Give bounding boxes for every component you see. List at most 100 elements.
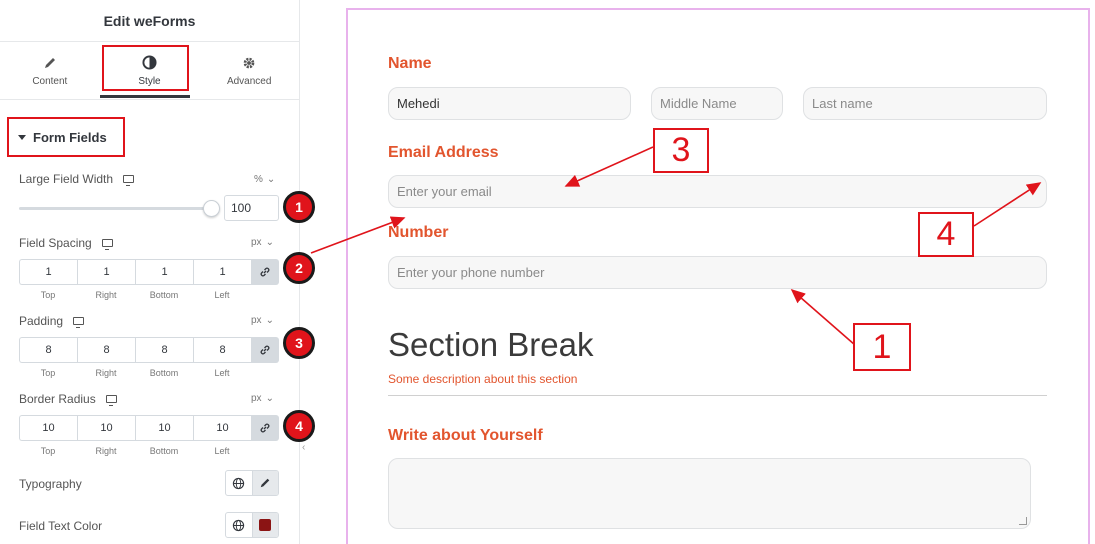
link-icon (260, 267, 270, 277)
step-badge-4: 4 (283, 410, 315, 442)
radius-bottom-input[interactable]: 10 (135, 415, 193, 441)
dim-label: Right (95, 290, 117, 300)
phone-input[interactable]: Enter your phone number (388, 256, 1047, 289)
name-label: Name (388, 55, 432, 72)
unit-text: px (251, 237, 262, 248)
spacing-top-input[interactable]: 1 (19, 259, 77, 285)
unit-selector[interactable]: px ⌄ (251, 315, 274, 326)
globe-icon[interactable] (226, 513, 252, 537)
field-spacing-label: Field Spacing (19, 236, 113, 250)
padding-bottom-input[interactable]: 8 (135, 337, 193, 363)
padding-inputs: 8 8 8 8 (19, 337, 279, 363)
number-label: Number (388, 224, 449, 241)
globe-icon[interactable] (226, 471, 252, 495)
link-icon (260, 345, 270, 355)
tab-content[interactable]: Content (0, 42, 100, 99)
chevron-down-icon: ⌄ (265, 393, 274, 404)
field-spacing-inputs: 1 1 1 1 (19, 259, 279, 285)
border-radius-label: Border Radius (19, 392, 117, 406)
unit-text: px (251, 393, 262, 404)
link-icon (260, 423, 270, 433)
collapse-panel-icon[interactable]: ‹ (302, 442, 305, 453)
unit-selector[interactable]: % ⌄ (254, 174, 275, 185)
step-badge-3: 3 (283, 327, 315, 359)
gear-icon (241, 55, 257, 71)
dim-label: Right (95, 446, 117, 456)
dim-label: Left (214, 368, 230, 378)
link-values-button[interactable] (251, 415, 279, 441)
large-field-width-text: Large Field Width (19, 172, 114, 186)
width-slider-handle[interactable] (203, 200, 220, 217)
large-field-width-label: Large Field Width (19, 172, 135, 186)
dim-label: Right (95, 368, 117, 378)
field-text-color-label: Field Text Color (19, 519, 103, 533)
typography-label: Typography (19, 477, 82, 491)
spacing-dim-labels: Top Right Bottom Left (19, 290, 251, 300)
dim-label: Top (40, 368, 56, 378)
step-badge-1: 1 (283, 191, 315, 223)
radius-left-input[interactable]: 10 (193, 415, 251, 441)
desktop-icon[interactable] (123, 175, 135, 186)
about-textarea[interactable] (388, 458, 1031, 529)
dim-label: Left (214, 290, 230, 300)
callout-3: 3 (653, 128, 709, 173)
last-name-input[interactable]: Last name (803, 87, 1047, 120)
unit-selector[interactable]: px ⌄ (251, 237, 274, 248)
dim-label: Left (214, 446, 230, 456)
first-name-input[interactable]: Mehedi (388, 87, 631, 120)
edit-typography-pencil-icon[interactable] (251, 471, 278, 495)
tab-advanced-label: Advanced (226, 75, 272, 87)
unit-text: % (254, 174, 263, 185)
typography-controls (225, 470, 279, 496)
email-label: Email Address (388, 144, 499, 161)
dim-label: Bottom (149, 446, 179, 456)
radius-dim-labels: Top Right Bottom Left (19, 446, 251, 456)
step-badge-2: 2 (283, 252, 315, 284)
radius-right-input[interactable]: 10 (77, 415, 135, 441)
dim-label: Top (40, 446, 56, 456)
link-values-button[interactable] (251, 259, 279, 285)
chevron-down-icon: ⌄ (265, 237, 274, 248)
color-swatch-button[interactable] (251, 513, 278, 537)
width-slider-track[interactable] (19, 207, 212, 210)
color-swatch (259, 519, 272, 531)
section-break-title: Section Break (388, 326, 594, 363)
chevron-down-icon: ⌄ (265, 315, 274, 326)
about-label: Write about Yourself (388, 427, 543, 444)
panel-title: Edit weForms (0, 0, 299, 42)
callout-4: 4 (918, 212, 974, 257)
dim-label: Bottom (149, 368, 179, 378)
editor-panel: Edit weForms Content Style Advanced Form… (0, 0, 315, 544)
resize-handle-icon[interactable] (1019, 517, 1027, 525)
style-tab-highlight (102, 45, 189, 91)
email-input[interactable]: Enter your email (388, 175, 1047, 208)
spacing-right-input[interactable]: 1 (77, 259, 135, 285)
tab-content-label: Content (32, 75, 68, 87)
desktop-icon[interactable] (73, 317, 85, 328)
form-fields-highlight (7, 117, 125, 157)
tab-advanced[interactable]: Advanced (199, 42, 299, 99)
padding-left-input[interactable]: 8 (193, 337, 251, 363)
spacing-bottom-input[interactable]: 1 (135, 259, 193, 285)
padding-dim-labels: Top Right Bottom Left (19, 368, 251, 378)
desktop-icon[interactable] (101, 239, 113, 250)
unit-selector[interactable]: px ⌄ (251, 393, 274, 404)
desktop-icon[interactable] (105, 395, 117, 406)
padding-label: Padding (19, 314, 85, 328)
border-radius-inputs: 10 10 10 10 (19, 415, 279, 441)
section-break-description: Some description about this section (388, 372, 578, 386)
field-text-color-controls (225, 512, 279, 538)
callout-1: 1 (853, 323, 911, 371)
width-number-input[interactable]: 100 (224, 195, 279, 221)
padding-right-input[interactable]: 8 (77, 337, 135, 363)
pencil-icon (42, 55, 58, 71)
padding-top-input[interactable]: 8 (19, 337, 77, 363)
field-spacing-text: Field Spacing (19, 236, 92, 250)
padding-text: Padding (19, 314, 64, 328)
middle-name-input[interactable]: Middle Name (651, 87, 783, 120)
radius-top-input[interactable]: 10 (19, 415, 77, 441)
active-tab-indicator (100, 95, 190, 98)
link-values-button[interactable] (251, 337, 279, 363)
spacing-left-input[interactable]: 1 (193, 259, 251, 285)
section-divider (388, 395, 1047, 396)
